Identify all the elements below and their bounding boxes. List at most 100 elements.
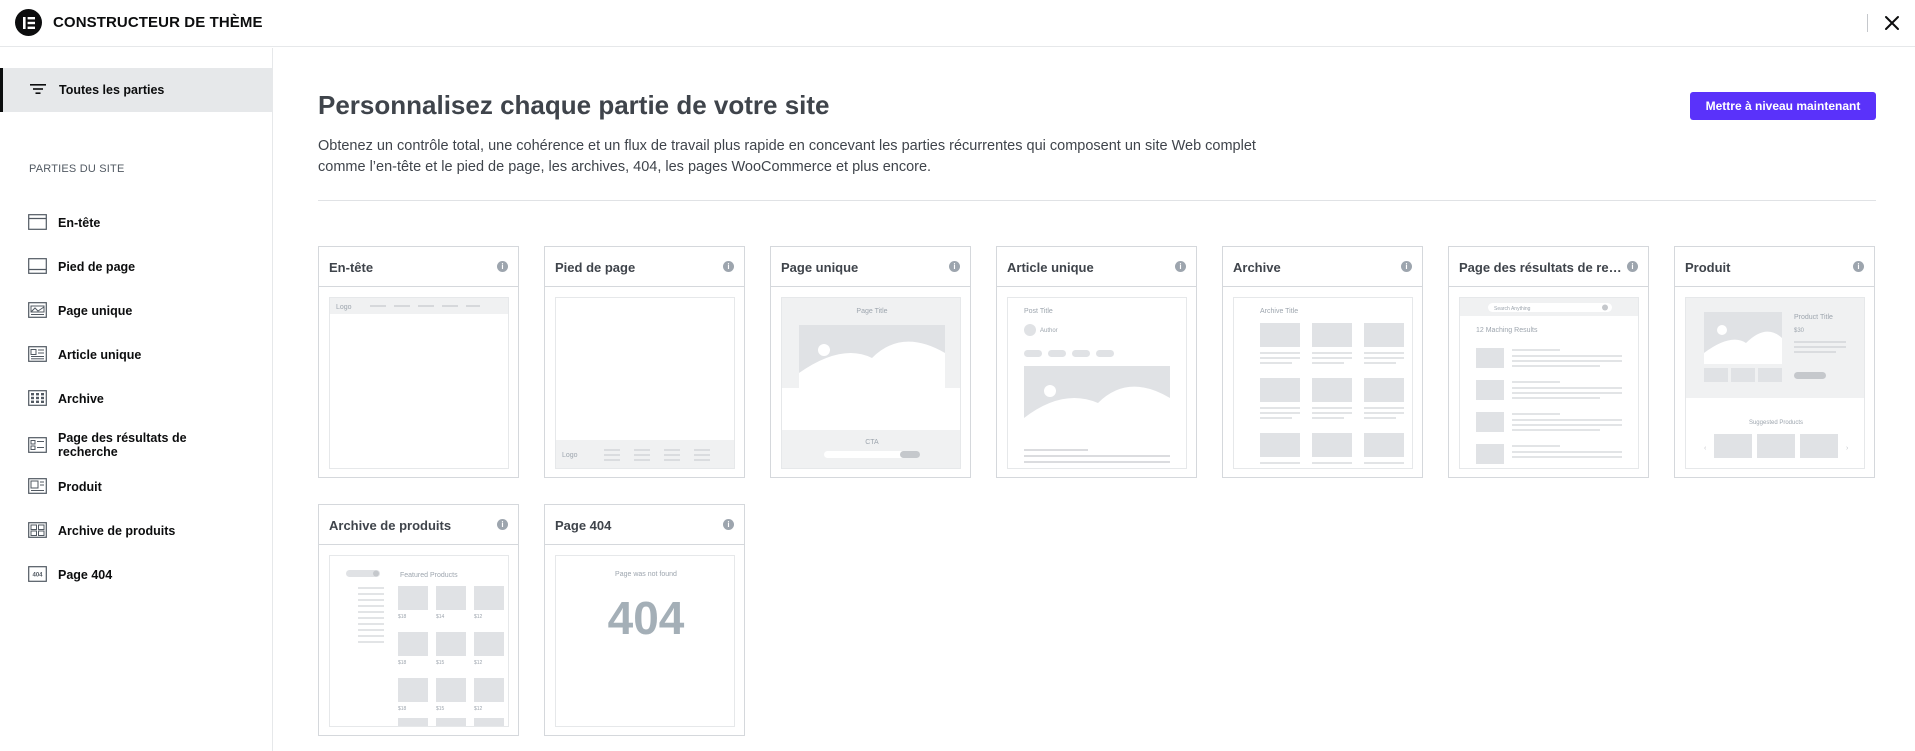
sidebar-item-page-404[interactable]: 404 Page 404 — [0, 556, 273, 592]
sidebar-item-archive[interactable]: Archive — [0, 380, 273, 416]
sidebar-item-single-post[interactable]: Article unique — [0, 336, 273, 372]
thumb-text: $12 — [474, 614, 483, 620]
svg-text:404: 404 — [32, 573, 43, 579]
archive-icon — [28, 390, 47, 406]
sidebar-item-footer[interactable]: Pied de page — [0, 248, 273, 284]
thumb-text: $12 — [474, 660, 483, 666]
info-icon[interactable]: i — [949, 261, 960, 272]
site-parts-heading: PARTIES DU SITE — [29, 163, 125, 175]
info-icon[interactable]: i — [497, 261, 508, 272]
sidebar-item-label: Page 404 — [58, 568, 113, 582]
info-icon[interactable]: i — [1175, 261, 1186, 272]
card-header-bar: Page des résultats de recherche i — [1449, 247, 1648, 287]
card-archive[interactable]: Archive i Archive Title — [1222, 246, 1423, 478]
card-title: Article unique — [1007, 260, 1094, 275]
thumb-text: $15 — [436, 706, 445, 712]
thumb-text: $12 — [474, 706, 483, 712]
card-header-bar: Article unique i — [997, 247, 1196, 287]
info-icon[interactable]: i — [1401, 261, 1412, 272]
app-title: CONSTRUCTEUR DE THÈME — [53, 14, 263, 31]
card-title: Archive de produits — [329, 518, 452, 533]
card-product[interactable]: Produit i Product Title $30 Suggested Pr… — [1674, 246, 1875, 478]
thumb-text: $15 — [436, 660, 445, 666]
thumb-text: Product Title — [1794, 314, 1833, 321]
info-icon[interactable]: i — [1627, 261, 1638, 272]
filter-icon — [30, 82, 46, 100]
product-icon — [28, 478, 47, 494]
elementor-logo-icon — [15, 9, 42, 36]
card-header-bar: En-tête i — [319, 247, 518, 287]
card-header-bar: Page 404 i — [545, 505, 744, 545]
info-icon[interactable]: i — [723, 261, 734, 272]
divider — [318, 200, 1876, 201]
top-bar: CONSTRUCTEUR DE THÈME — [0, 0, 1915, 47]
thumb-text: 404 — [608, 592, 685, 644]
sidebar-item-label: Article unique — [58, 348, 142, 362]
card-single-page[interactable]: Page unique i Page Title CTA — [770, 246, 971, 478]
card-header-bar: Pied de page i — [545, 247, 744, 287]
sidebar: Toutes les parties PARTIES DU SITE En-tê… — [0, 48, 273, 751]
page-title: Personnalisez chaque partie de votre sit… — [318, 90, 830, 120]
card-header-bar: Produit i — [1675, 247, 1874, 287]
thumb-text: Featured Products — [400, 572, 458, 579]
sidebar-item-products-archive[interactable]: Archive de produits — [0, 512, 273, 548]
footer-icon — [28, 258, 47, 274]
sidebar-item-label: Toutes les parties — [59, 83, 165, 97]
card-title: En-tête — [329, 260, 374, 275]
card-thumbnail: Featured Products $18 $14 $12 $18 $15 $1… — [329, 555, 509, 727]
sidebar-item-label: Archive — [58, 392, 104, 406]
sidebar-item-all-parts[interactable]: Toutes les parties — [0, 68, 273, 112]
search-results-icon — [28, 437, 47, 453]
card-header-bar: Page unique i — [771, 247, 970, 287]
card-products-archive[interactable]: Archive de produits i Featured Products … — [318, 504, 519, 736]
card-thumbnail: Search Anything 12 Maching Results — [1459, 297, 1639, 469]
sidebar-item-search-results[interactable]: Page des résultats de recherche — [0, 424, 273, 468]
sidebar-item-product[interactable]: Produit — [0, 468, 273, 504]
thumb-text: Logo — [562, 452, 578, 459]
thumb-text: Archive Title — [1260, 308, 1298, 315]
card-title: Pied de page — [555, 260, 636, 275]
card-thumbnail: Post Title Author — [1007, 297, 1187, 469]
card-title: Produit — [1685, 260, 1731, 275]
thumb-text: $30 — [1794, 328, 1805, 334]
sidebar-item-label: Pied de page — [58, 260, 136, 274]
card-single-post[interactable]: Article unique i Post Title Author — [996, 246, 1197, 478]
products-archive-icon — [28, 522, 47, 538]
error-404-icon: 404 — [28, 566, 47, 582]
thumb-text: CTA — [865, 439, 879, 446]
card-thumbnail: Page was not found 404 — [555, 555, 735, 727]
header-divider — [1867, 14, 1868, 32]
header-icon — [28, 214, 47, 230]
card-header[interactable]: En-tête i Logo — [318, 246, 519, 478]
svg-text:‹: ‹ — [1704, 445, 1707, 452]
single-page-icon — [28, 302, 47, 318]
card-title: Archive — [1233, 260, 1281, 275]
thumb-text: Logo — [336, 304, 352, 311]
sidebar-item-single-page[interactable]: Page unique — [0, 292, 273, 328]
thumb-text: Search Anything — [1494, 306, 1531, 312]
thumb-text: 12 Maching Results — [1476, 327, 1538, 334]
info-icon[interactable]: i — [723, 519, 734, 530]
card-thumbnail: Logo — [329, 297, 509, 469]
card-title: Page des résultats de recherche — [1459, 260, 1624, 275]
single-post-icon — [28, 346, 47, 362]
sidebar-item-label: En-tête — [58, 216, 101, 230]
close-icon[interactable] — [1882, 13, 1902, 33]
card-footer[interactable]: Pied de page i Logo — [544, 246, 745, 478]
info-icon[interactable]: i — [497, 519, 508, 530]
card-page-404[interactable]: Page 404 i Page was not found 404 — [544, 504, 745, 736]
thumb-text: Author — [1040, 328, 1058, 334]
svg-text:›: › — [1846, 445, 1849, 452]
card-thumbnail: Page Title CTA — [781, 297, 961, 469]
sidebar-item-header[interactable]: En-tête — [0, 204, 273, 240]
main-content: Personnalisez chaque partie de votre sit… — [274, 48, 1915, 751]
card-header-bar: Archive i — [1223, 247, 1422, 287]
page-description: Obtenez un contrôle total, une cohérence… — [318, 138, 1256, 175]
card-thumbnail: Product Title $30 Suggested Products ‹ › — [1685, 297, 1865, 469]
card-search-results[interactable]: Page des résultats de recherche i Search… — [1448, 246, 1649, 478]
thumb-text: Suggested Products — [1749, 420, 1803, 426]
card-thumbnail: Archive Title — [1233, 297, 1413, 469]
thumb-text: $18 — [398, 614, 407, 620]
info-icon[interactable]: i — [1853, 261, 1864, 272]
upgrade-button[interactable]: Mettre à niveau maintenant — [1690, 92, 1876, 120]
